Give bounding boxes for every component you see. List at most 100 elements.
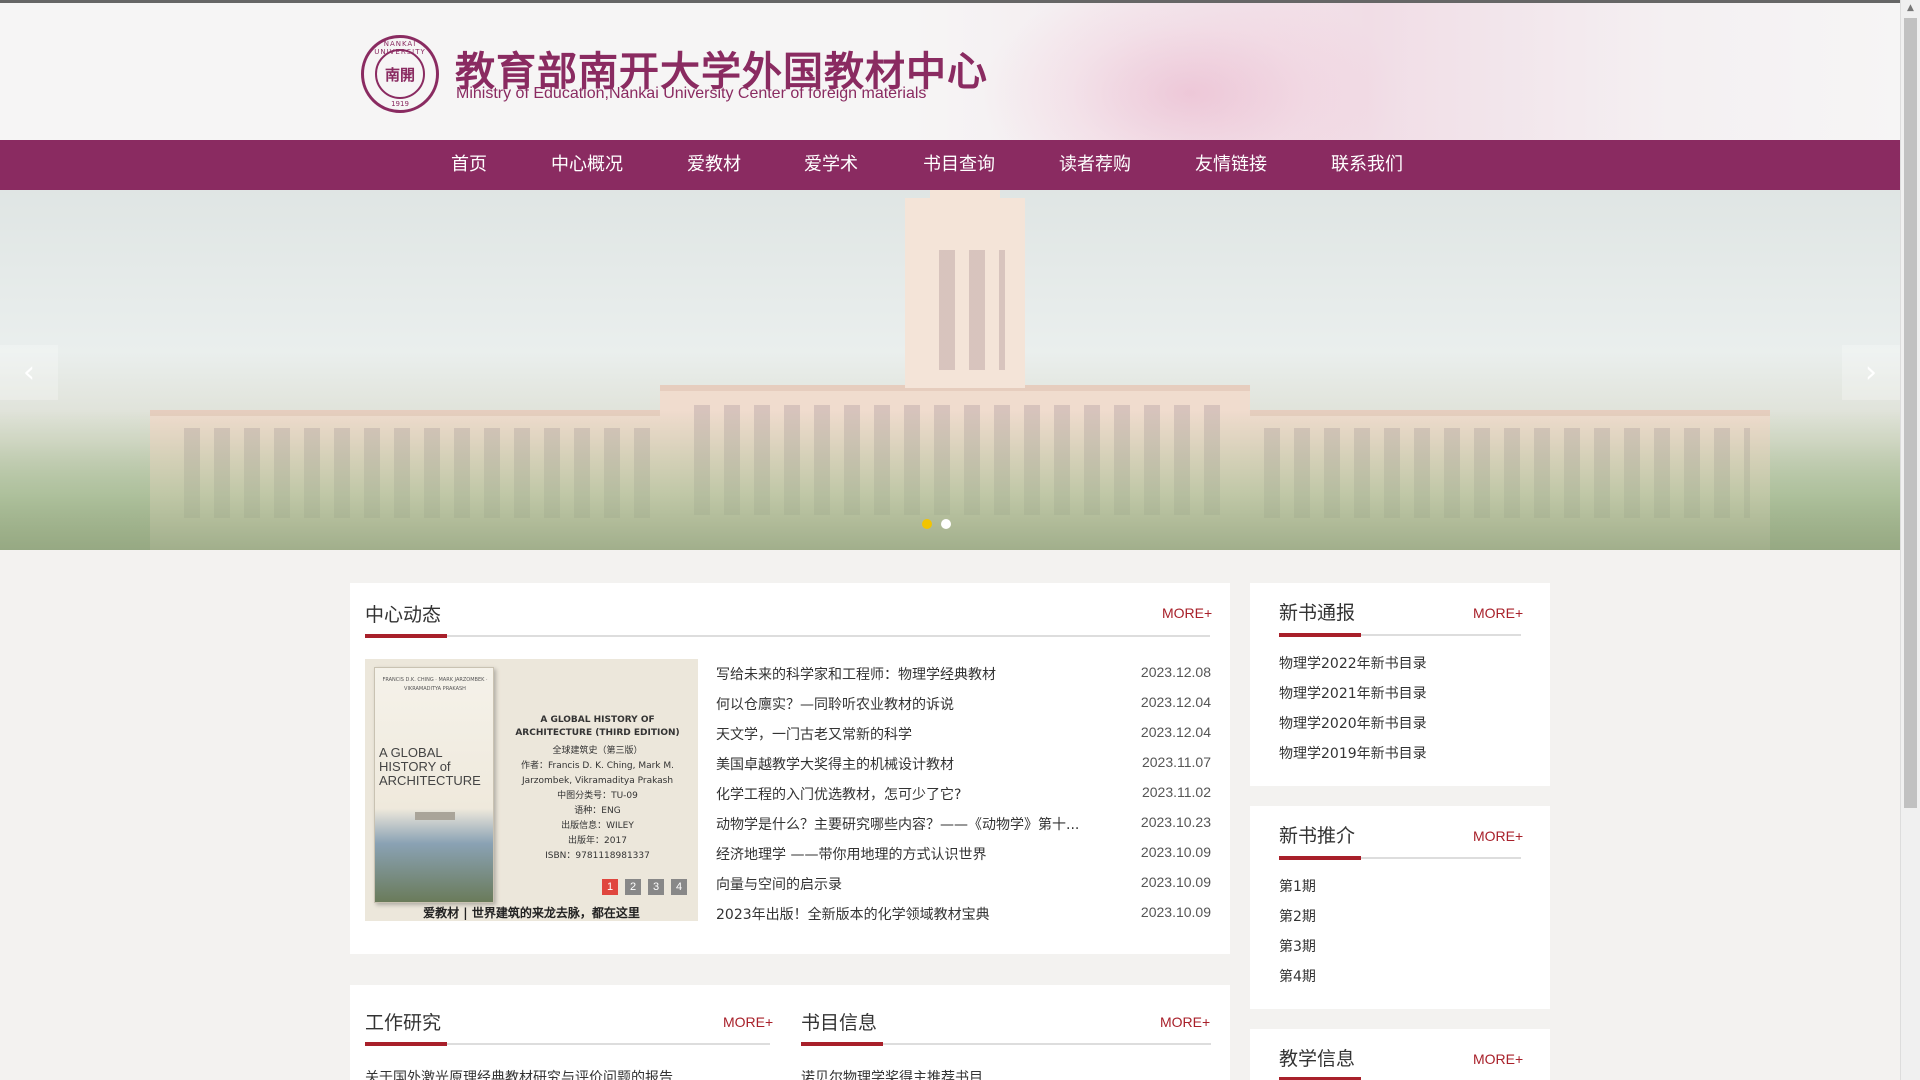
slide-dot-2[interactable]: [941, 519, 951, 529]
news-item-title[interactable]: 动物学是什么？主要研究哪些内容？——《动物学》第十...: [716, 814, 1079, 834]
slide-page-1[interactable]: 1: [602, 879, 618, 895]
center-news-more-link[interactable]: MORE+: [1162, 605, 1212, 621]
seal-top-text: NANKAI UNIVERSITY: [374, 40, 426, 56]
book-info: A GLOBAL HISTORY OF ARCHITECTURE (THIRD …: [505, 714, 690, 864]
research-catalog-panel: 工作研究 MORE+ 关于国外激光原理经典教材研究与评价问题的报告 书目信息 M…: [350, 985, 1230, 1080]
news-item-title[interactable]: 2023年出版！全新版本的化学领域教材宝典: [716, 904, 990, 924]
work-research-title-accent: [365, 1042, 447, 1046]
chevron-left-icon[interactable]: ‹: [0, 345, 58, 400]
list-item[interactable]: 第3期: [1279, 936, 1316, 956]
news-item-title[interactable]: 美国卓越教学大奖得主的机械设计教材: [716, 754, 954, 774]
flower-decoration: [980, 3, 1400, 140]
news-item[interactable]: 经济地理学 ——带你用地理的方式认识世界 2023.10.09: [716, 844, 1211, 874]
slide-page-2[interactable]: 2: [625, 879, 641, 895]
book-cover-authors: FRANCIS D.K. CHING · MARK JARZOMBEK · VI…: [382, 677, 488, 692]
news-item-date: 2023.10.09: [1140, 874, 1211, 890]
news-item-title[interactable]: 经济地理学 ——带你用地理的方式认识世界: [716, 844, 986, 864]
catalog-info-more-link[interactable]: MORE+: [1160, 1014, 1210, 1030]
center-news-list: 写给未来的科学家和工程师：物理学经典教材 2023.12.08 何以仓廪实？—同…: [716, 664, 1211, 954]
nav-item-links[interactable]: 友情链接: [1195, 140, 1267, 190]
news-item[interactable]: 天文学，一门古老又常新的科学 2023.12.04: [716, 724, 1211, 754]
news-item-date: 2023.10.23: [1140, 814, 1211, 830]
banner-overlay: [0, 190, 1900, 550]
book-info-cn-title: 全球建筑史（第三版）: [552, 746, 643, 756]
nav-item-reader-recommend[interactable]: 读者荐购: [1059, 140, 1131, 190]
list-item[interactable]: 第4期: [1279, 966, 1316, 986]
catalog-info-title-accent: [801, 1042, 883, 1046]
book-info-author: 作者：Francis D. K. Ching, Mark M. Jarzombe…: [520, 761, 675, 786]
list-item[interactable]: 物理学2021年新书目录: [1279, 683, 1427, 703]
news-item-title[interactable]: 写给未来的科学家和工程师：物理学经典教材: [716, 664, 996, 684]
new-book-recommend-title-accent: [1279, 856, 1361, 860]
seal-center-text: 南開: [375, 49, 425, 99]
university-seal-logo[interactable]: NANKAI UNIVERSITY 南開 1919: [361, 35, 439, 113]
nav-item-about[interactable]: 中心概况: [551, 140, 623, 190]
list-item[interactable]: 物理学2019年新书目录: [1279, 743, 1427, 763]
news-item[interactable]: 动物学是什么？主要研究哪些内容？——《动物学》第十... 2023.10.23: [716, 814, 1211, 844]
new-book-recommend-panel: 新书推介 MORE+ 第1期 第2期 第3期 第4期: [1250, 806, 1550, 1009]
teaching-info-title: 教学信息: [1279, 1048, 1356, 1070]
new-book-recommend-more-link[interactable]: MORE+: [1473, 828, 1523, 844]
nav-item-home[interactable]: 首页: [451, 140, 487, 190]
site-header: NANKAI UNIVERSITY 南開 1919 教育部南开大学外国教材中心 …: [0, 3, 1900, 140]
site-subtitle: Ministry of Education,Nankai University …: [456, 85, 927, 102]
news-item-date: 2023.12.04: [1140, 724, 1211, 740]
book-cover-image: FRANCIS D.K. CHING · MARK JARZOMBEK · VI…: [374, 667, 494, 903]
news-item[interactable]: 2023年出版！全新版本的化学领域教材宝典 2023.10.09: [716, 904, 1211, 934]
book-info-year: 出版年：2017: [568, 836, 627, 846]
news-item[interactable]: 何以仓廪实？—同聆听农业教材的诉说 2023.12.04: [716, 694, 1211, 724]
book-info-publisher: 出版信息：WILEY: [561, 821, 634, 831]
book-info-class: 中图分类号：TU-09: [557, 791, 638, 801]
slide-page-4[interactable]: 4: [671, 879, 687, 895]
list-item[interactable]: 诺贝尔物理学奖得主推荐书目: [801, 1067, 983, 1080]
featured-slide-caption[interactable]: 爱教材 | 世界建筑的来龙去脉，都在这里: [365, 904, 698, 921]
list-item[interactable]: 第1期: [1279, 876, 1316, 896]
news-item-date: 2023.11.02: [1141, 784, 1211, 800]
slide-dot-1[interactable]: [922, 519, 932, 529]
news-item[interactable]: 美国卓越教学大奖得主的机械设计教材 2023.11.07: [716, 754, 1211, 784]
chevron-right-icon[interactable]: ›: [1842, 345, 1900, 400]
news-item-date: 2023.10.09: [1140, 904, 1211, 920]
new-book-report-panel: 新书通报 MORE+ 物理学2022年新书目录 物理学2021年新书目录 物理学…: [1250, 583, 1550, 786]
hero-banner: ‹ ›: [0, 190, 1900, 550]
nav-item-contact[interactable]: 联系我们: [1331, 140, 1403, 190]
news-item[interactable]: 写给未来的科学家和工程师：物理学经典教材 2023.12.08: [716, 664, 1211, 694]
list-item[interactable]: 物理学2020年新书目录: [1279, 713, 1427, 733]
teaching-info-more-link[interactable]: MORE+: [1473, 1051, 1523, 1067]
nav-item-academic[interactable]: 爱学术: [804, 140, 858, 190]
featured-slide[interactable]: FRANCIS D.K. CHING · MARK JARZOMBEK · VI…: [365, 659, 698, 921]
news-item[interactable]: 向量与空间的启示录 2023.10.09: [716, 874, 1211, 904]
caret-up-icon[interactable]: ▲: [1901, 0, 1920, 17]
list-item[interactable]: 物理学2022年新书目录: [1279, 653, 1427, 673]
list-item[interactable]: 第2期: [1279, 906, 1316, 926]
main-nav: 首页 中心概况 爱教材 爱学术 书目查询 读者荐购 友情链接 联系我们: [0, 140, 1900, 190]
center-news-title: 中心动态: [365, 604, 442, 626]
book-info-isbn: ISBN：9781118981337: [545, 851, 650, 861]
new-book-report-more-link[interactable]: MORE+: [1473, 605, 1523, 621]
news-item-date: 2023.11.07: [1141, 754, 1211, 770]
news-item-title[interactable]: 化学工程的入门优选教材，怎可少了它?: [716, 784, 961, 804]
book-info-lang: 语种：ENG: [574, 806, 621, 816]
news-item[interactable]: 化学工程的入门优选教材，怎可少了它? 2023.11.02: [716, 784, 1211, 814]
book-cover-title: A GLOBAL HISTORY of ARCHITECTURE: [379, 745, 481, 788]
news-item-date: 2023.12.04: [1140, 694, 1211, 710]
slide-page-3[interactable]: 3: [648, 879, 664, 895]
teaching-info-panel: 教学信息 MORE+: [1250, 1029, 1550, 1080]
center-news-title-accent: [365, 634, 447, 638]
book-info-title: A GLOBAL HISTORY OF ARCHITECTURE (THIRD …: [515, 715, 680, 738]
nav-item-textbooks[interactable]: 爱教材: [687, 140, 741, 190]
scrollbar-thumb[interactable]: [1904, 18, 1917, 808]
new-book-report-title: 新书通报: [1279, 602, 1356, 624]
news-item-title[interactable]: 天文学，一门古老又常新的科学: [716, 724, 912, 744]
news-item-title[interactable]: 何以仓廪实？—同聆听农业教材的诉说: [716, 694, 954, 714]
news-item-title[interactable]: 向量与空间的启示录: [716, 874, 842, 894]
nav-item-catalog-search[interactable]: 书目查询: [923, 140, 995, 190]
work-research-more-link[interactable]: MORE+: [723, 1014, 773, 1030]
list-item[interactable]: 关于国外激光原理经典教材研究与评价问题的报告: [365, 1067, 673, 1080]
seal-year-text: 1919: [391, 100, 409, 108]
center-news-divider: [365, 635, 1210, 637]
catalog-info-title: 书目信息: [801, 1012, 878, 1034]
vertical-scrollbar[interactable]: ▲: [1900, 0, 1920, 1080]
news-item-date: 2023.12.08: [1140, 664, 1211, 680]
news-item-date: 2023.10.09: [1140, 844, 1211, 860]
